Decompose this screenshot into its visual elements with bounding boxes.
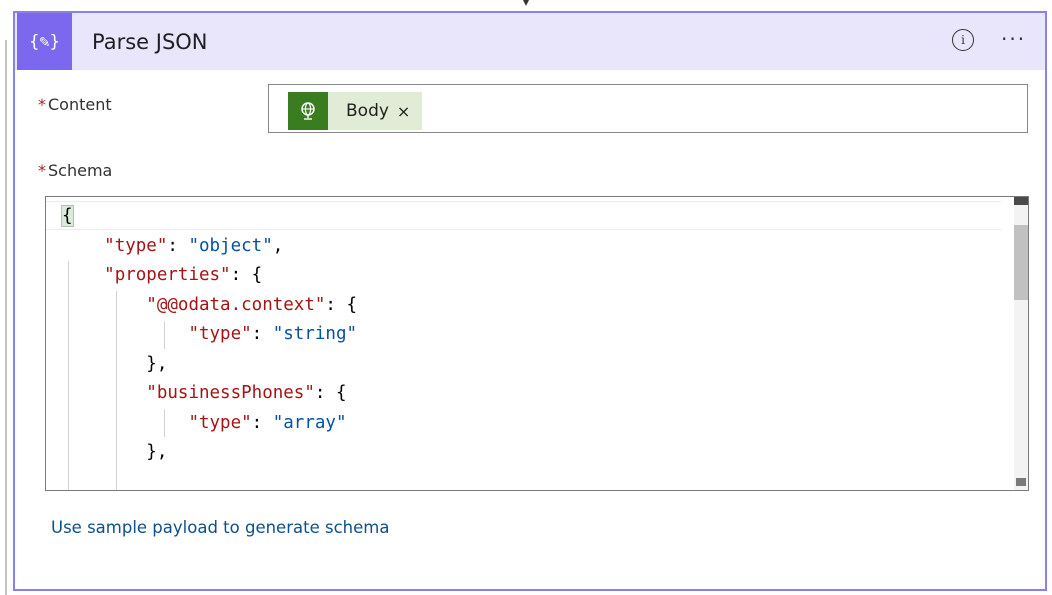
json-punctuation <box>62 472 146 491</box>
json-punctuation: : <box>167 235 189 256</box>
json-string: "array" <box>272 412 347 433</box>
flow-connector-line <box>5 40 7 595</box>
code-line: "type": "array" <box>62 409 357 439</box>
json-punctuation <box>62 295 146 315</box>
required-marker: * <box>38 95 46 114</box>
json-string: "string" <box>272 324 358 344</box>
remove-token-icon[interactable]: × <box>397 102 410 121</box>
json-punctuation <box>62 265 104 285</box>
more-options-button[interactable]: ··· <box>1001 27 1026 51</box>
code-line: }, <box>62 438 357 468</box>
json-punctuation: : <box>251 324 273 344</box>
json-punctuation <box>62 236 104 256</box>
json-punctuation <box>62 413 188 433</box>
json-punctuation: : { <box>230 265 263 285</box>
flow-connector-arrow-icon <box>523 0 529 6</box>
code-line: "@@odata.context": { <box>62 291 357 321</box>
code-line: "type": "string" <box>62 320 357 350</box>
code-line <box>62 468 357 491</box>
schema-label-text: Schema <box>48 161 113 180</box>
scroll-position-marker <box>1014 197 1028 205</box>
info-icon[interactable]: i <box>952 29 974 51</box>
json-key: "type" <box>188 324 252 344</box>
json-punctuation: : { <box>325 294 358 315</box>
json-key: "@@odata.context" <box>146 294 326 315</box>
vertical-scrollbar[interactable] <box>1014 197 1028 490</box>
scroll-end-marker <box>1016 478 1026 486</box>
json-punctuation: : { <box>314 383 347 403</box>
token-label: Body × <box>328 92 422 130</box>
json-key: "properties" <box>104 265 231 285</box>
json-punctuation: { <box>61 205 74 227</box>
card-title: Parse JSON <box>92 30 208 54</box>
scrollbar-thumb[interactable] <box>1014 225 1028 300</box>
schema-label: * Schema <box>38 161 112 180</box>
required-marker: * <box>38 161 46 180</box>
code-line: "type": "object", <box>62 232 357 262</box>
json-punctuation: }, <box>62 353 168 374</box>
code-line: { <box>61 202 357 232</box>
parse-json-icon: {✎} <box>17 13 72 70</box>
code-line: }, <box>62 350 357 380</box>
body-token[interactable]: Body × <box>288 92 423 130</box>
content-label-text: Content <box>48 95 112 114</box>
json-string: "object" <box>188 235 273 256</box>
schema-code-editor[interactable]: { "type": "object", "properties": { "@@o… <box>45 196 1029 491</box>
json-key: "businessPhones" <box>146 383 315 403</box>
header-border <box>13 11 1047 13</box>
json-punctuation: }, <box>62 442 168 462</box>
code-line: "properties": { <box>62 261 357 291</box>
json-punctuation: : <box>251 412 273 433</box>
generate-schema-link[interactable]: Use sample payload to generate schema <box>51 518 389 537</box>
json-punctuation <box>62 383 146 403</box>
globe-icon <box>288 92 328 130</box>
json-key: "type" <box>104 235 168 256</box>
info-glyph: i <box>961 33 965 47</box>
parse-json-action-card: {✎} Parse JSON i ··· * Content Body × * … <box>13 11 1047 591</box>
code-line: "businessPhones": { <box>62 379 357 409</box>
json-punctuation <box>62 324 188 344</box>
content-label: * Content <box>38 95 112 114</box>
content-input[interactable]: Body × <box>268 84 1028 133</box>
json-punctuation: , <box>272 235 284 256</box>
json-key: "type" <box>188 412 252 433</box>
code-lines: { "type": "object", "properties": { "@@o… <box>61 202 357 491</box>
card-header[interactable]: {✎} Parse JSON i ··· <box>13 11 1047 70</box>
token-text: Body <box>346 101 389 121</box>
